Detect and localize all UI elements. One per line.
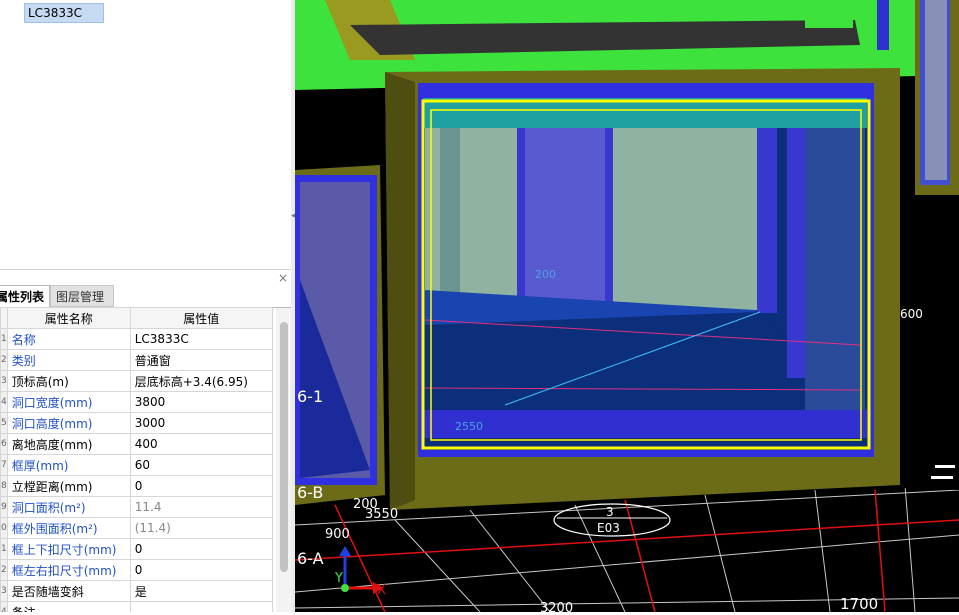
axis-label-6-a: 6-A xyxy=(297,549,324,568)
property-name-cell: 洞口高度(mm) xyxy=(6,412,131,434)
room-right-wall xyxy=(805,118,865,418)
property-name-cell: 备注 xyxy=(6,601,131,612)
index-header-cell xyxy=(0,307,8,329)
table-row[interactable]: 8 立樘距离(mm) 0 xyxy=(0,475,273,497)
dimension-3550: 3550 xyxy=(365,507,398,522)
property-name-cell: 框厚(mm) xyxy=(6,454,131,476)
right-marker-2 xyxy=(931,476,953,479)
table-row[interactable]: 1 名称 LC3833C xyxy=(0,328,273,350)
row-index-cell: 6 xyxy=(0,433,8,455)
table-header-row: 属性名称 属性值 xyxy=(0,307,273,329)
3d-viewport[interactable]: 6-1 6-B 6-A 200 3550 900 1700 600 200 25… xyxy=(294,0,959,615)
row-index-cell: 4 xyxy=(0,601,8,612)
property-value-cell[interactable]: 0 xyxy=(129,538,273,560)
upper-column-cap xyxy=(805,0,853,28)
tab-property-list[interactable]: 属性列表 xyxy=(0,285,50,307)
property-value-cell[interactable]: 60 xyxy=(129,454,273,476)
room-right-post-2 xyxy=(787,118,805,378)
row-index-cell: 0 xyxy=(0,517,8,539)
property-name-cell: 框上下扣尺寸(mm) xyxy=(6,538,131,560)
table-row[interactable]: 2 框左右扣尺寸(mm) 0 xyxy=(0,559,273,581)
table-row[interactable]: 6 离地高度(mm) 400 xyxy=(0,433,273,455)
table-row[interactable]: 5 洞口高度(mm) 3000 xyxy=(0,412,273,434)
property-value-cell[interactable]: 0 xyxy=(129,559,273,581)
table-row[interactable]: 3 是否随墙变斜是 xyxy=(0,580,273,602)
property-value-cell[interactable]: 0 xyxy=(129,475,273,497)
right-window-glass xyxy=(925,0,947,180)
axis-x-label: X xyxy=(377,583,386,598)
property-value-cell[interactable]: 3800 xyxy=(129,391,273,413)
property-value-cell[interactable]: 400 xyxy=(129,433,273,455)
row-index-cell: 9 xyxy=(0,496,8,518)
row-index-cell: 1 xyxy=(0,538,8,560)
property-name-cell: 框左右扣尺寸(mm) xyxy=(6,559,131,581)
property-value-header: 属性值 xyxy=(129,307,273,329)
room-dimension-2550: 2550 xyxy=(455,420,483,433)
table-row[interactable]: 3 顶标高(m) 层底标高+3.4(6.95) xyxy=(0,370,273,392)
property-name-cell: 类别 xyxy=(6,349,131,371)
row-index-cell: 3 xyxy=(0,580,8,602)
property-name-cell: 离地高度(mm) xyxy=(6,433,131,455)
left-pane: LC3833C × 属性列表 图层管理 属性名称 属性值 1 名称 LC3833C 2… xyxy=(0,0,295,612)
property-name-cell: 名称 xyxy=(6,328,131,350)
property-value-cell[interactable]: (11.4) xyxy=(129,517,273,539)
row-index-cell: 5 xyxy=(0,412,8,434)
main-wall-side xyxy=(385,72,415,510)
property-value-cell[interactable]: 普通窗 xyxy=(129,349,273,371)
property-value-cell[interactable]: 3000 xyxy=(129,412,273,434)
tab-layer-management[interactable]: 图层管理 xyxy=(50,285,114,307)
upper-blue-post xyxy=(877,0,889,50)
row-index-cell: 1 xyxy=(0,328,8,350)
table-row[interactable]: 4备注 xyxy=(0,601,273,612)
property-value-cell[interactable] xyxy=(129,601,273,612)
axis-y-label: Y xyxy=(334,571,343,586)
scrollbar-thumb[interactable] xyxy=(280,322,288,572)
property-name-cell: 洞口宽度(mm) xyxy=(6,391,131,413)
grid-bubble-top: 3 xyxy=(606,505,614,519)
panel-divider xyxy=(0,269,295,270)
table-row[interactable]: 9 洞口面积(m²) 11.4 xyxy=(0,496,273,518)
property-value-cell[interactable]: 层底标高+3.4(6.95) xyxy=(129,370,273,392)
dimension-3200: 3200 xyxy=(540,601,573,612)
panel-tabs: 属性列表 图层管理 xyxy=(0,284,295,308)
close-icon[interactable]: × xyxy=(278,271,288,285)
property-value-cell[interactable]: LC3833C xyxy=(129,328,273,350)
dimension-900: 900 xyxy=(325,527,350,542)
property-table: 属性名称 属性值 1 名称 LC3833C 2 类别 普通窗 3 顶标高(m) 层底标高+3.4… xyxy=(0,307,273,612)
grid-bubble-bottom: E03 xyxy=(597,521,620,535)
dimension-1700: 1700 xyxy=(840,595,878,612)
row-index-cell: 2 xyxy=(0,559,8,581)
right-floor xyxy=(900,300,959,490)
table-row[interactable]: 2 类别 普通窗 xyxy=(0,349,273,371)
row-index-cell: 3 xyxy=(0,370,8,392)
component-tree-item[interactable]: LC3833C xyxy=(24,3,104,23)
dimension-600: 600 xyxy=(900,307,923,321)
row-index-cell: 2 xyxy=(0,349,8,371)
row-index-cell: 4 xyxy=(0,391,8,413)
table-row[interactable]: 0 框外围面积(m²) (11.4) xyxy=(0,517,273,539)
property-name-cell: 是否随墙变斜 xyxy=(6,580,131,602)
property-value-cell[interactable]: 11.4 xyxy=(129,496,273,518)
table-row[interactable]: 7 框厚(mm) 60 xyxy=(0,454,273,476)
table-row[interactable]: 1 框上下扣尺寸(mm) 0 xyxy=(0,538,273,560)
property-name-header: 属性名称 xyxy=(6,307,131,329)
room-right-post xyxy=(757,118,777,313)
axis-label-6-b: 6-B xyxy=(297,483,323,502)
property-name-cell: 框外围面积(m²) xyxy=(6,517,131,539)
property-name-cell: 洞口面积(m²) xyxy=(6,496,131,518)
row-index-cell: 8 xyxy=(0,475,8,497)
window-sill xyxy=(421,410,867,438)
property-name-cell: 立樘距离(mm) xyxy=(6,475,131,497)
axis-label-6-1: 6-1 xyxy=(297,387,323,406)
property-value-cell[interactable]: 是 xyxy=(129,580,273,602)
room-dimension-200: 200 xyxy=(535,268,556,281)
right-marker-1 xyxy=(935,465,955,468)
table-row[interactable]: 4 洞口宽度(mm) 3800 xyxy=(0,391,273,413)
row-index-cell: 7 xyxy=(0,454,8,476)
property-name-cell: 顶标高(m) xyxy=(6,370,131,392)
